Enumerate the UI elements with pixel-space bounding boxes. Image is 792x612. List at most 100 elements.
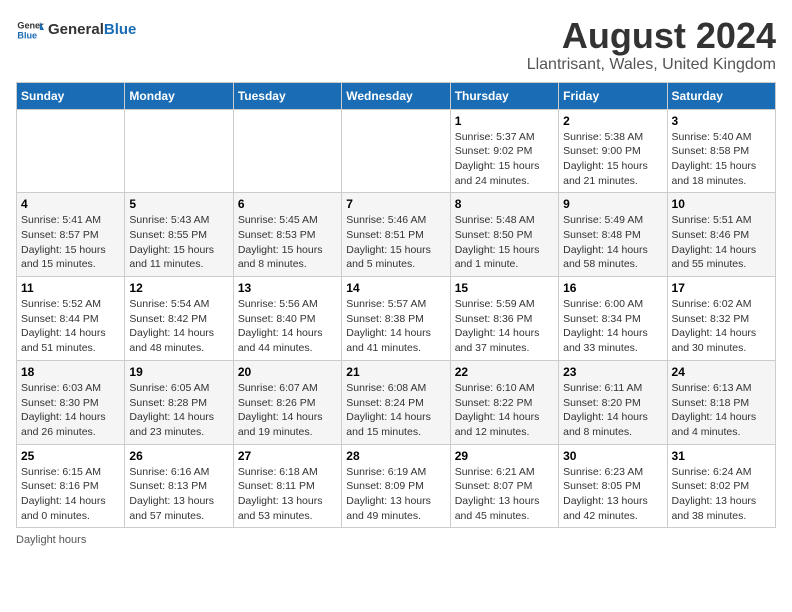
- day-number: 7: [346, 197, 445, 211]
- calendar-cell: 28 Sunrise: 6:19 AMSunset: 8:09 PMDayligh…: [342, 444, 450, 528]
- day-number: 3: [672, 114, 771, 128]
- calendar-cell: 1Sunrise: 5:37 AMSunset: 9:02 PMDaylight…: [450, 109, 558, 193]
- calendar-cell: 12Sunrise: 5:54 AMSunset: 8:42 PMDayligh…: [125, 277, 233, 361]
- day-number: 19: [129, 365, 228, 379]
- day-detail: Sunrise: 6:00 AMSunset: 8:34 PMDaylight:…: [563, 297, 662, 356]
- day-detail: Sunrise: 5:59 AMSunset: 8:36 PMDaylight:…: [455, 297, 554, 356]
- day-detail: Sunrise: 6:19 AMSunset: 8:09 PMDaylight:…: [346, 465, 445, 524]
- calendar-cell: 11 Sunrise: 5:52 AMSunset: 8:44 PMDayligh…: [17, 277, 125, 361]
- day-header-tuesday: Tuesday: [233, 82, 341, 109]
- logo: General Blue GeneralBlue: [16, 16, 136, 44]
- subtitle: Llantrisant, Wales, United Kingdom: [527, 56, 776, 74]
- calendar-cell: [125, 109, 233, 193]
- day-number: 6: [238, 197, 337, 211]
- day-number: 15: [455, 281, 554, 295]
- calendar-cell: [342, 109, 450, 193]
- day-detail: Sunrise: 5:40 AMSunset: 8:58 PMDaylight:…: [672, 130, 771, 189]
- calendar-cell: 21 Sunrise: 6:08 AMSunset: 8:24 PMDayligh…: [342, 360, 450, 444]
- day-detail: Sunrise: 5:56 AMSunset: 8:40 PMDaylight:…: [238, 297, 337, 356]
- calendar-cell: 9 Sunrise: 5:49 AMSunset: 8:48 PMDaylight…: [559, 193, 667, 277]
- day-detail: Sunrise: 6:21 AMSunset: 8:07 PMDaylight:…: [455, 465, 554, 524]
- day-number: 13: [238, 281, 337, 295]
- calendar-header-row: SundayMondayTuesdayWednesdayThursdayFrid…: [17, 82, 776, 109]
- day-number: 28: [346, 449, 445, 463]
- day-number: 23: [563, 365, 662, 379]
- calendar-cell: 16 Sunrise: 6:00 AMSunset: 8:34 PMDayligh…: [559, 277, 667, 361]
- day-number: 2: [563, 114, 662, 128]
- day-detail: Sunrise: 5:52 AMSunset: 8:44 PMDaylight:…: [21, 297, 120, 356]
- calendar-cell: 19 Sunrise: 6:05 AMSunset: 8:28 PMDayligh…: [125, 360, 233, 444]
- calendar-cell: 8Sunrise: 5:48 AMSunset: 8:50 PMDaylight…: [450, 193, 558, 277]
- calendar-cell: 29 Sunrise: 6:21 AMSunset: 8:07 PMDayligh…: [450, 444, 558, 528]
- calendar-cell: 27 Sunrise: 6:18 AMSunset: 8:11 PMDayligh…: [233, 444, 341, 528]
- day-header-monday: Monday: [125, 82, 233, 109]
- day-number: 11: [21, 281, 120, 295]
- day-detail: Sunrise: 5:43 AMSunset: 8:55 PMDaylight:…: [129, 213, 228, 272]
- day-header-saturday: Saturday: [667, 82, 775, 109]
- calendar-cell: 22 Sunrise: 6:10 AMSunset: 8:22 PMDayligh…: [450, 360, 558, 444]
- day-number: 14: [346, 281, 445, 295]
- day-number: 1: [455, 114, 554, 128]
- calendar-week-4: 18 Sunrise: 6:03 AMSunset: 8:30 PMDayligh…: [17, 360, 776, 444]
- logo-blue: Blue: [104, 21, 137, 38]
- calendar-cell: 18 Sunrise: 6:03 AMSunset: 8:30 PMDayligh…: [17, 360, 125, 444]
- calendar-cell: 2 Sunrise: 5:38 AMSunset: 9:00 PMDaylight…: [559, 109, 667, 193]
- day-detail: Sunrise: 6:10 AMSunset: 8:22 PMDaylight:…: [455, 381, 554, 440]
- calendar-cell: 25 Sunrise: 6:15 AMSunset: 8:16 PMDayligh…: [17, 444, 125, 528]
- calendar-cell: 3 Sunrise: 5:40 AMSunset: 8:58 PMDaylight…: [667, 109, 775, 193]
- day-detail: Sunrise: 6:18 AMSunset: 8:11 PMDaylight:…: [238, 465, 337, 524]
- day-detail: Sunrise: 5:51 AMSunset: 8:46 PMDaylight:…: [672, 213, 771, 272]
- calendar-cell: 23Sunrise: 6:11 AMSunset: 8:20 PMDayligh…: [559, 360, 667, 444]
- day-number: 27: [238, 449, 337, 463]
- calendar-cell: [17, 109, 125, 193]
- day-number: 18: [21, 365, 120, 379]
- day-number: 4: [21, 197, 120, 211]
- calendar-cell: 4Sunrise: 5:41 AMSunset: 8:57 PMDaylight…: [17, 193, 125, 277]
- day-header-thursday: Thursday: [450, 82, 558, 109]
- day-number: 10: [672, 197, 771, 211]
- day-detail: Sunrise: 6:08 AMSunset: 8:24 PMDaylight:…: [346, 381, 445, 440]
- calendar-cell: 30Sunrise: 6:23 AMSunset: 8:05 PMDayligh…: [559, 444, 667, 528]
- day-detail: Sunrise: 6:24 AMSunset: 8:02 PMDaylight:…: [672, 465, 771, 524]
- day-number: 25: [21, 449, 120, 463]
- day-detail: Sunrise: 5:45 AMSunset: 8:53 PMDaylight:…: [238, 213, 337, 272]
- day-number: 17: [672, 281, 771, 295]
- day-number: 16: [563, 281, 662, 295]
- main-title: August 2024: [527, 16, 776, 56]
- day-detail: Sunrise: 6:13 AMSunset: 8:18 PMDaylight:…: [672, 381, 771, 440]
- day-number: 26: [129, 449, 228, 463]
- calendar-cell: 17 Sunrise: 6:02 AMSunset: 8:32 PMDayligh…: [667, 277, 775, 361]
- day-number: 8: [455, 197, 554, 211]
- day-detail: Sunrise: 5:57 AMSunset: 8:38 PMDaylight:…: [346, 297, 445, 356]
- calendar-cell: 6 Sunrise: 5:45 AMSunset: 8:53 PMDaylight…: [233, 193, 341, 277]
- calendar-cell: 13 Sunrise: 5:56 AMSunset: 8:40 PMDayligh…: [233, 277, 341, 361]
- calendar-week-1: 1Sunrise: 5:37 AMSunset: 9:02 PMDaylight…: [17, 109, 776, 193]
- day-number: 5: [129, 197, 228, 211]
- calendar-cell: 31 Sunrise: 6:24 AMSunset: 8:02 PMDayligh…: [667, 444, 775, 528]
- logo-general: General: [48, 21, 104, 38]
- day-number: 31: [672, 449, 771, 463]
- day-number: 12: [129, 281, 228, 295]
- day-detail: Sunrise: 6:05 AMSunset: 8:28 PMDaylight:…: [129, 381, 228, 440]
- title-area: August 2024 Llantrisant, Wales, United K…: [527, 16, 776, 74]
- day-number: 29: [455, 449, 554, 463]
- day-detail: Sunrise: 5:38 AMSunset: 9:00 PMDaylight:…: [563, 130, 662, 189]
- calendar-cell: 10 Sunrise: 5:51 AMSunset: 8:46 PMDayligh…: [667, 193, 775, 277]
- day-number: 9: [563, 197, 662, 211]
- day-detail: Sunrise: 6:16 AMSunset: 8:13 PMDaylight:…: [129, 465, 228, 524]
- header: General Blue GeneralBlue August 2024 Lla…: [16, 16, 776, 74]
- day-number: 20: [238, 365, 337, 379]
- logo-icon: General Blue: [16, 16, 44, 44]
- day-detail: Sunrise: 6:07 AMSunset: 8:26 PMDaylight:…: [238, 381, 337, 440]
- footer-note: Daylight hours: [16, 534, 776, 546]
- day-header-friday: Friday: [559, 82, 667, 109]
- calendar-week-3: 11 Sunrise: 5:52 AMSunset: 8:44 PMDayligh…: [17, 277, 776, 361]
- day-header-wednesday: Wednesday: [342, 82, 450, 109]
- day-number: 21: [346, 365, 445, 379]
- day-detail: Sunrise: 6:02 AMSunset: 8:32 PMDaylight:…: [672, 297, 771, 356]
- calendar-cell: 7Sunrise: 5:46 AMSunset: 8:51 PMDaylight…: [342, 193, 450, 277]
- day-number: 22: [455, 365, 554, 379]
- day-detail: Sunrise: 6:15 AMSunset: 8:16 PMDaylight:…: [21, 465, 120, 524]
- day-detail: Sunrise: 5:49 AMSunset: 8:48 PMDaylight:…: [563, 213, 662, 272]
- day-detail: Sunrise: 6:03 AMSunset: 8:30 PMDaylight:…: [21, 381, 120, 440]
